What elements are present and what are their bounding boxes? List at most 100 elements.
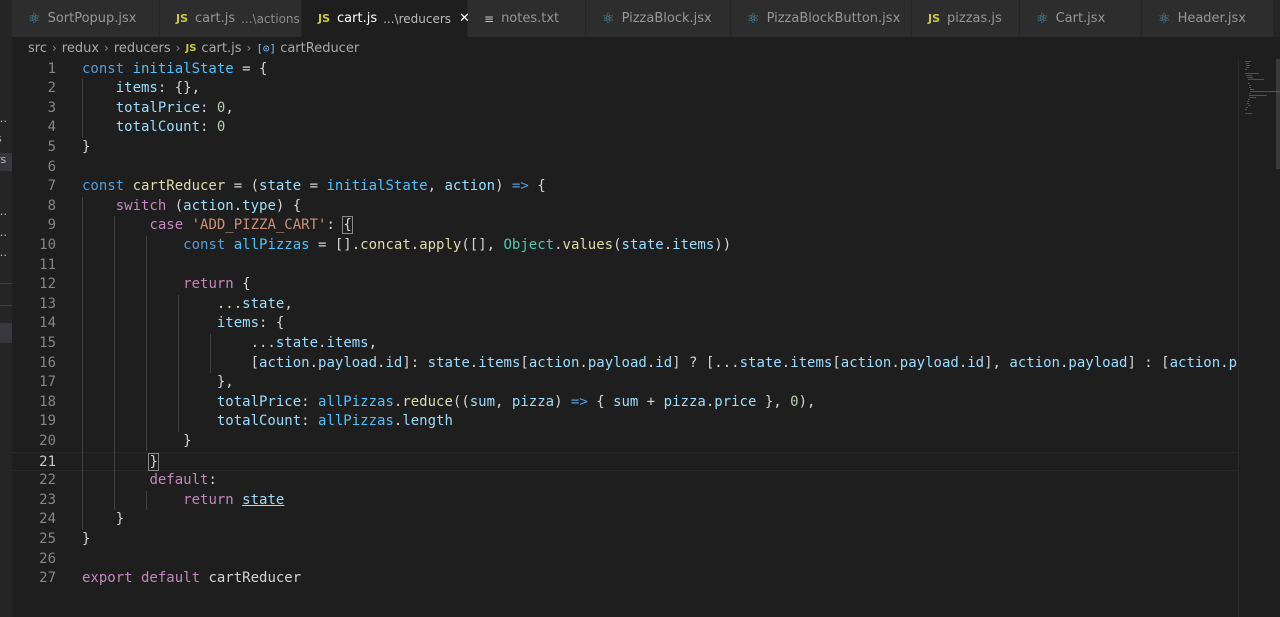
code-line[interactable]: 5} [12,138,1238,158]
line-number: 6 [47,158,56,175]
token: allPizzas [318,393,394,410]
line-number: 19 [39,413,56,430]
line-number: 26 [39,550,56,567]
code-line[interactable]: 6 [12,158,1238,178]
code-line[interactable]: 8 switch (action.type) { [12,197,1238,217]
code-line[interactable]: 25} [12,530,1238,550]
line-code: ...state.items, [82,334,378,354]
code-line[interactable]: 23 return state [12,491,1238,511]
code-line[interactable]: 20 } [12,432,1238,452]
minimap-line [1248,105,1251,106]
code-line[interactable]: 7 const cartReducer = (state = initialSta… [12,177,1238,197]
code-line[interactable]: 18 totalPrice: allPizzas.reduce((sum, pi… [12,393,1238,413]
code-line[interactable]: 3 totalPrice: 0, [12,99,1238,119]
minimap-line [1245,109,1247,110]
tab-notes-txt[interactable]: ≡ notes.txt [468,0,586,37]
code-editor[interactable]: 1 const initialState = {2 items: {}, 3 tot… [12,59,1238,617]
token: , [225,99,234,116]
sidebar-fragment[interactable]: … [0,205,7,218]
token: state [739,354,782,371]
code-line[interactable]: 4 totalCount: 0 [12,118,1238,138]
code-line[interactable]: 13 ...state, [12,295,1238,315]
tab-cart-js[interactable]: JS cart.js ...\reducers ✕ [302,0,470,37]
sidebar-fragment[interactable]: rs [0,153,12,171]
minimap[interactable] [1238,59,1280,617]
token: { [342,216,353,235]
sidebar-fragment[interactable]: … [0,226,7,239]
code-line[interactable]: 26 [12,550,1238,570]
tab-cart-jsx[interactable]: ⚛ Cart.jsx [1020,0,1142,37]
line-number: 23 [39,491,56,508]
token: sum [613,393,639,410]
token: state [242,295,285,312]
tab-pizzablockbutton-jsx[interactable]: ⚛ PizzaBlockButton.jsx [731,0,912,37]
code-line[interactable]: 12 return { [12,275,1238,295]
token: = { [233,60,268,77]
code-line[interactable]: 9 case 'ADD_PIZZA_CART': { [12,216,1238,236]
breadcrumb-item[interactable]: src [28,41,47,56]
code-line[interactable]: 11 [12,256,1238,276]
code-line[interactable]: 16 [action.payload.id]: state.items[acti… [12,354,1238,374]
code-line[interactable]: 10 const allPizzas = [].concat.apply([],… [12,236,1238,256]
token: ( [613,236,622,253]
code-line[interactable]: 15 ...state.items, [12,334,1238,354]
tab-pizzas-js[interactable]: JS pizzas.js [912,0,1020,37]
token: ], [984,354,1010,371]
tab-pizzablock-jsx[interactable]: ⚛ PizzaBlock.jsx [586,0,731,37]
line-code: } [82,138,90,158]
line-code: items: {}, [82,79,200,99]
token: cartReducer [208,570,302,587]
token: , [284,295,293,312]
sidebar-fragment[interactable]: … [0,246,7,259]
minimap-line [1246,75,1252,76]
breadcrumb-item[interactable]: redux [62,41,99,56]
tab-cart-js[interactable]: JS cart.js ...\actions [160,0,302,37]
symbol-icon: [⊙] [256,41,277,55]
token: sum [469,393,496,410]
code-line[interactable]: 14 items: { [12,314,1238,334]
code-line[interactable]: 22 default: [12,471,1238,491]
token: reduce [402,393,453,410]
token: export default [82,570,209,587]
code-line[interactable]: 2 items: {}, [12,79,1238,99]
breadcrumb-symbol[interactable]: cartReducer [280,41,359,56]
indent-guide [82,79,83,138]
line-code: [action.payload.id]: state.items[action.… [82,354,1238,374]
code-line[interactable]: 24 } [12,510,1238,530]
sidebar-fragment[interactable]: … [0,112,7,125]
minimap-line [1245,73,1259,74]
line-code: }, [82,373,234,393]
code-line[interactable]: 21 } [12,451,1238,472]
code-line[interactable]: 1 const initialState = { [12,60,1238,80]
token: state [259,178,302,195]
token: items [326,334,369,351]
code-line[interactable]: 19 totalCount: allPizzas.length [12,412,1238,432]
token: allPizzas [233,236,310,253]
token: = [301,178,327,195]
line-code: } [82,510,124,530]
breadcrumb-file[interactable]: cart.js [201,41,241,56]
token: action [528,354,580,371]
code-line[interactable]: 27 export default cartReducer [12,569,1238,589]
token: const [183,236,234,253]
token: values [562,236,614,253]
line-number: 16 [39,354,56,371]
tab-sortpopup-jsx[interactable]: ⚛ SortPopup.jsx [12,0,160,37]
sidebar-fragment[interactable]: s [0,132,2,145]
token: totalPrice [115,99,201,116]
tab-description: ...\reducers [383,11,452,26]
line-code: const cartReducer = (state = initialStat… [82,177,546,197]
token: : [208,472,217,489]
code-line[interactable]: 17 }, [12,373,1238,393]
token: apply [419,236,462,253]
tab-header-jsx[interactable]: ⚛ Header.jsx [1142,0,1274,37]
scrollbar-thumb[interactable] [1276,59,1280,169]
tab-label: notes.txt [501,11,560,26]
breadcrumb-item[interactable]: reducers [114,41,171,56]
sidebar-selected-row[interactable] [0,323,12,343]
